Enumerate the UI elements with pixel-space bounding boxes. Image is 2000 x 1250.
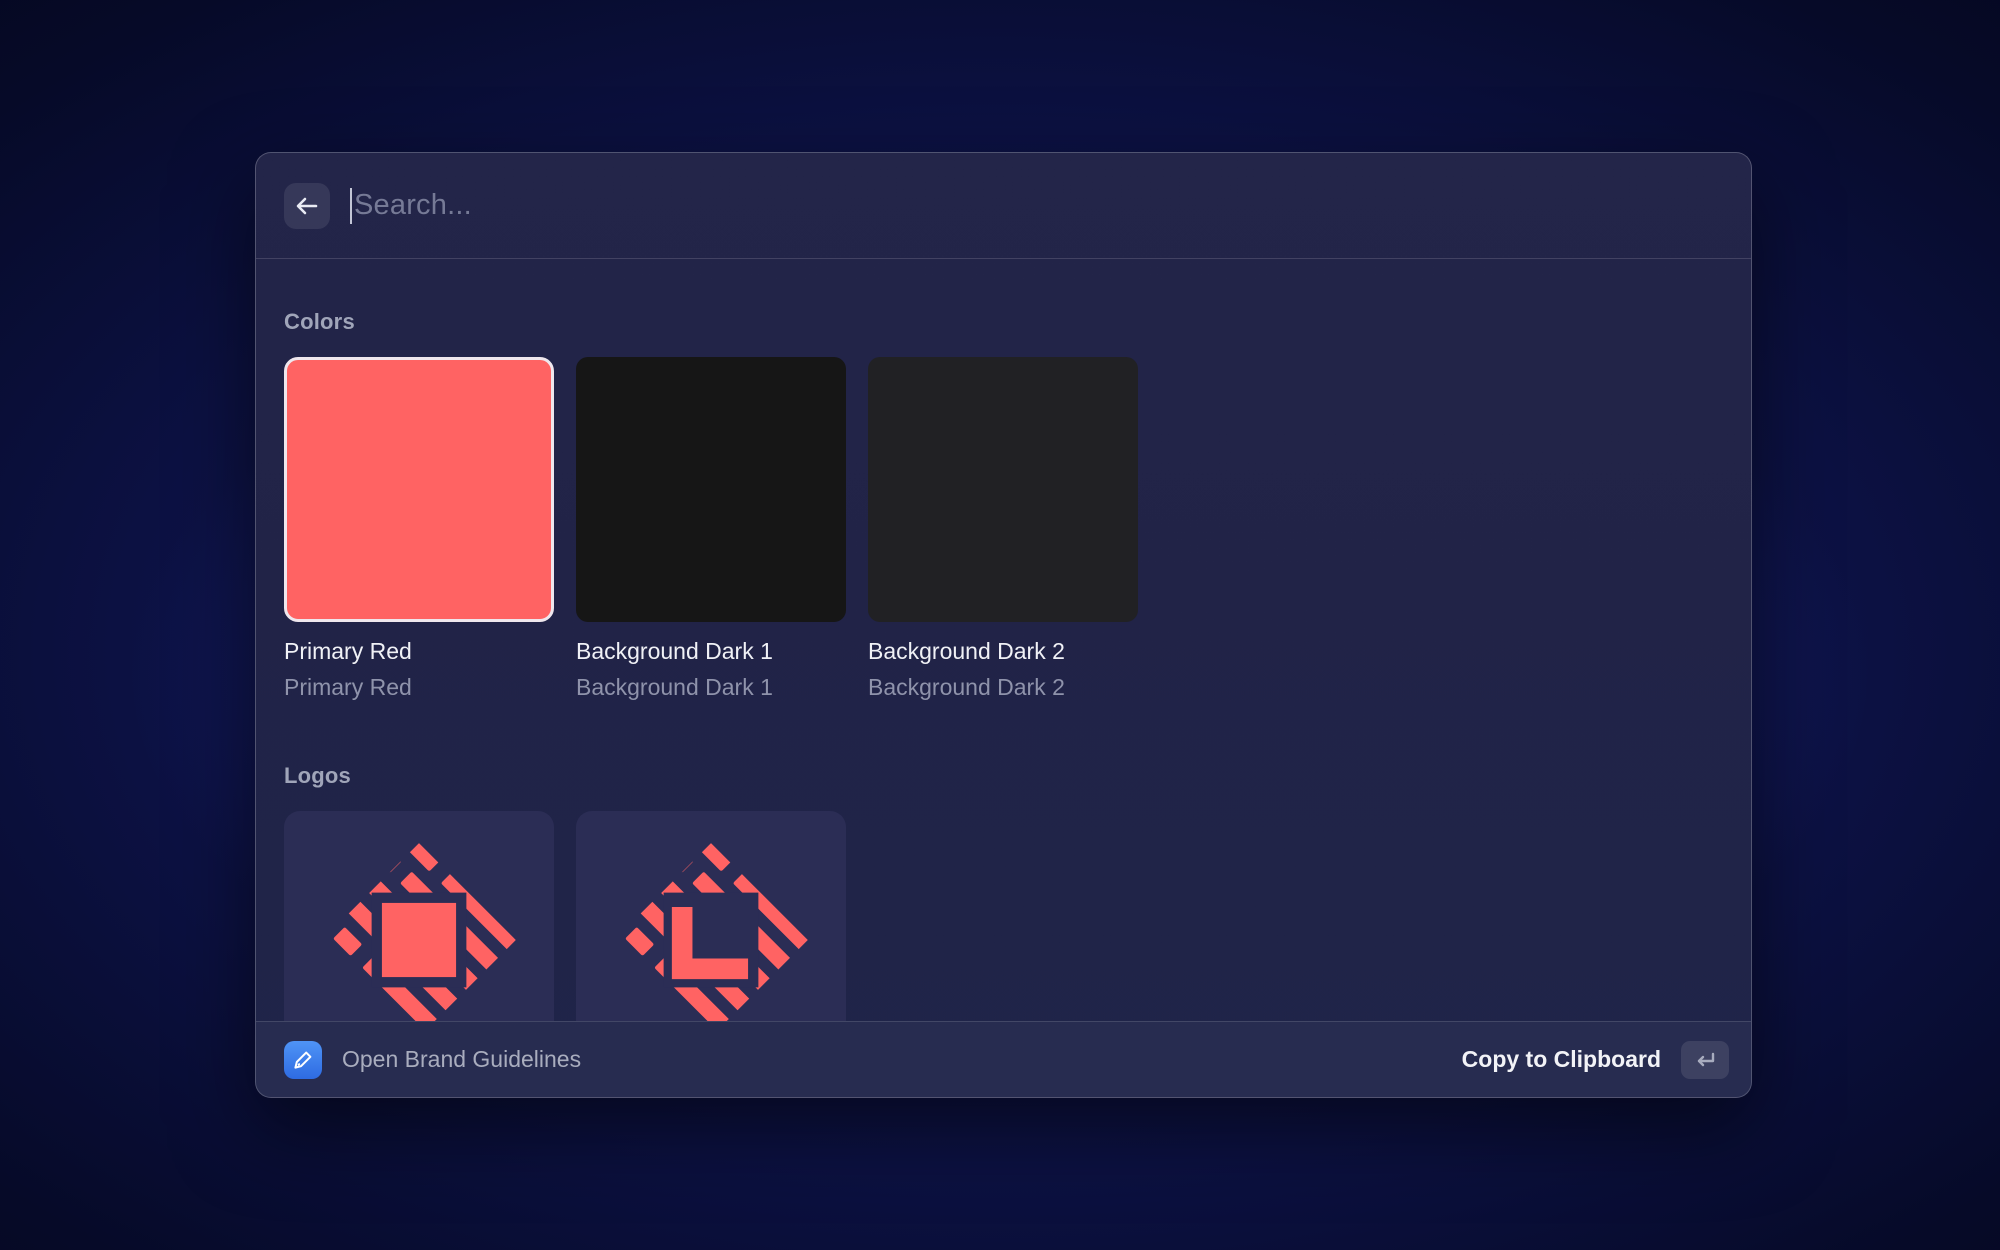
enter-key-icon — [1692, 1049, 1718, 1071]
text-cursor — [350, 188, 352, 224]
item-subtitle: Background Dark 2 — [868, 674, 1138, 701]
search-input[interactable]: Search... — [350, 188, 1723, 224]
search-header: Search... — [256, 153, 1751, 259]
logo-mark-striped-solid-square-icon — [316, 837, 522, 1021]
enter-keycap[interactable] — [1681, 1041, 1729, 1079]
primary-action[interactable]: Open Brand Guidelines — [284, 1041, 1462, 1079]
secondary-action[interactable]: Copy to Clipboard — [1462, 1041, 1729, 1079]
copy-to-clipboard-label: Copy to Clipboard — [1462, 1046, 1661, 1073]
logos-grid — [284, 811, 1723, 1021]
item-subtitle: Primary Red — [284, 674, 554, 701]
list-item-primary-red[interactable]: Primary Red Primary Red — [284, 357, 554, 701]
section-header-colors: Colors — [284, 309, 1723, 335]
back-button[interactable] — [284, 183, 330, 229]
results-list: Colors Primary Red Primary Red Backgroun… — [256, 259, 1751, 1021]
command-palette-window: Search... Colors Primary Red Primary Red… — [255, 152, 1752, 1098]
search-placeholder: Search... — [354, 189, 472, 222]
desktop-background: { "search": { "placeholder": "Search..."… — [0, 0, 2000, 1250]
item-subtitle: Background Dark 1 — [576, 674, 846, 701]
section-header-logos: Logos — [284, 763, 1723, 789]
item-title: Primary Red — [284, 638, 554, 665]
list-item-logo-2[interactable] — [576, 811, 846, 1021]
open-brand-guidelines-label: Open Brand Guidelines — [342, 1046, 581, 1073]
item-title: Background Dark 1 — [576, 638, 846, 665]
action-bar: Open Brand Guidelines Copy to Clipboard — [256, 1021, 1751, 1097]
item-title: Background Dark 2 — [868, 638, 1138, 665]
color-swatch[interactable] — [284, 357, 554, 622]
color-swatch[interactable] — [868, 357, 1138, 622]
colors-grid: Primary Red Primary Red Background Dark … — [284, 357, 1723, 701]
brand-guidelines-app-icon — [284, 1041, 322, 1079]
arrow-left-icon — [294, 193, 320, 219]
list-item-logo-1[interactable] — [284, 811, 554, 1021]
paintbrush-icon — [291, 1048, 315, 1072]
list-item-background-dark-1[interactable]: Background Dark 1 Background Dark 1 — [576, 357, 846, 701]
list-item-background-dark-2[interactable]: Background Dark 2 Background Dark 2 — [868, 357, 1138, 701]
color-swatch[interactable] — [576, 357, 846, 622]
logo-mark-striped-corner-bracket-icon — [608, 837, 814, 1021]
